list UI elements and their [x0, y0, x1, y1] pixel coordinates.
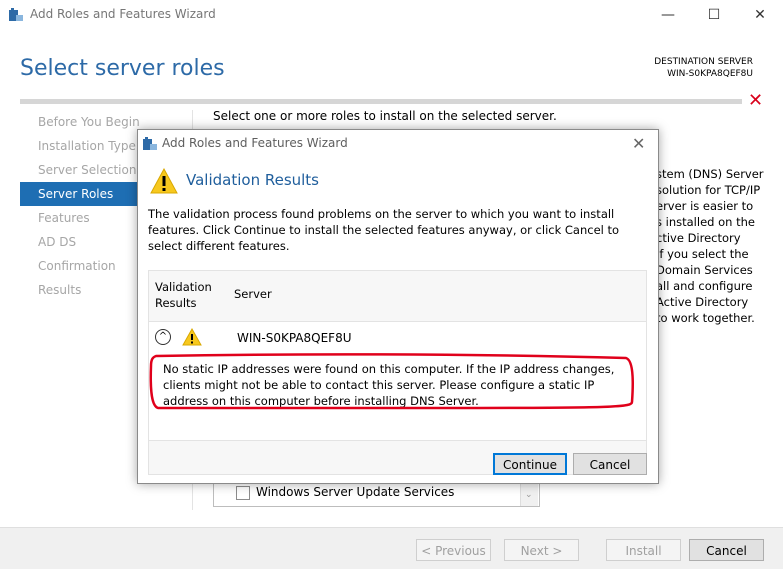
destination-server-name: WIN-S0KPA8QEF8U: [667, 69, 753, 79]
nav-item-before-you-begin[interactable]: Before You Begin: [20, 110, 155, 134]
collapse-icon[interactable]: ^: [155, 329, 171, 345]
warning-icon: [150, 168, 178, 194]
role-description-line: ctive Directory: [656, 231, 741, 245]
role-description-line: to work together.: [656, 311, 755, 325]
column-header-results-line1: Validation: [155, 280, 212, 294]
server-manager-icon: [9, 8, 23, 21]
minimize-button[interactable]: —: [645, 0, 691, 30]
column-header-server: Server: [234, 287, 272, 301]
header-progress-line: [20, 99, 742, 104]
destination-server-info: DESTINATION SERVER WIN-S0KPA8QEF8U: [654, 56, 753, 80]
window-title: Add Roles and Features Wizard: [30, 7, 216, 21]
role-description-line: erver is easier to: [656, 199, 754, 213]
dialog-close-button[interactable]: ✕: [632, 134, 645, 153]
role-description: stem (DNS) Server solution for TCP/IP erve…: [656, 166, 776, 326]
window-titlebar: Add Roles and Features Wizard — ☐ ✕: [0, 0, 783, 30]
nav-item-features[interactable]: Features: [20, 206, 155, 230]
role-description-line: stem (DNS) Server: [656, 167, 764, 181]
next-button[interactable]: Next >: [504, 539, 579, 561]
validation-heading: Validation Results: [186, 171, 320, 189]
wsus-label: Windows Server Update Services: [256, 485, 455, 499]
wsus-checkbox[interactable]: [236, 486, 250, 500]
nav-item-confirmation[interactable]: Confirmation: [20, 254, 155, 278]
maximize-button[interactable]: ☐: [691, 0, 737, 30]
role-description-line: If you select the: [656, 247, 749, 261]
wizard-footer: < Previous Next > Install Cancel: [0, 527, 783, 569]
roles-scrollbar[interactable]: ⌄: [520, 481, 538, 506]
nav-item-ad-ds[interactable]: AD DS: [20, 230, 155, 254]
install-button[interactable]: Install: [606, 539, 681, 561]
column-header-results-line2: Results: [155, 296, 197, 310]
destination-label: DESTINATION SERVER: [654, 57, 753, 67]
column-header-results: Validation Results: [155, 279, 212, 311]
previous-button[interactable]: < Previous: [416, 539, 491, 561]
nav-item-server-selection[interactable]: Server Selection: [20, 158, 155, 182]
annotation-highlight: [149, 353, 634, 410]
dialog-title: Add Roles and Features Wizard: [162, 136, 348, 150]
scroll-down-icon: ⌄: [525, 490, 533, 500]
role-description-line: Domain Services: [656, 263, 753, 277]
window-close-button[interactable]: ✕: [737, 0, 783, 30]
nav-item-installation-type[interactable]: Installation Type: [20, 134, 155, 158]
nav-item-server-roles[interactable]: Server Roles: [20, 182, 155, 206]
continue-button[interactable]: Continue: [493, 453, 567, 475]
validation-description: The validation process found problems on…: [148, 207, 620, 253]
page-title: Select server roles: [20, 56, 225, 81]
cancel-button[interactable]: Cancel: [689, 539, 764, 561]
content-intro: Select one or more roles to install on t…: [213, 109, 557, 123]
role-description-line: Active Directory: [656, 295, 749, 309]
role-description-line: solution for TCP/IP: [656, 183, 761, 197]
dialog-cancel-button[interactable]: Cancel: [573, 453, 647, 475]
role-description-line: all and configure: [656, 279, 753, 293]
warning-icon: [182, 328, 202, 346]
nav-item-results[interactable]: Results: [20, 278, 155, 302]
server-manager-icon: [143, 137, 157, 150]
validation-dialog: Add Roles and Features Wizard ✕ Validati…: [137, 129, 659, 484]
result-server-name: WIN-S0KPA8QEF8U: [237, 331, 352, 345]
error-icon[interactable]: ✕: [748, 90, 763, 111]
role-description-line: s installed on the: [656, 215, 755, 229]
